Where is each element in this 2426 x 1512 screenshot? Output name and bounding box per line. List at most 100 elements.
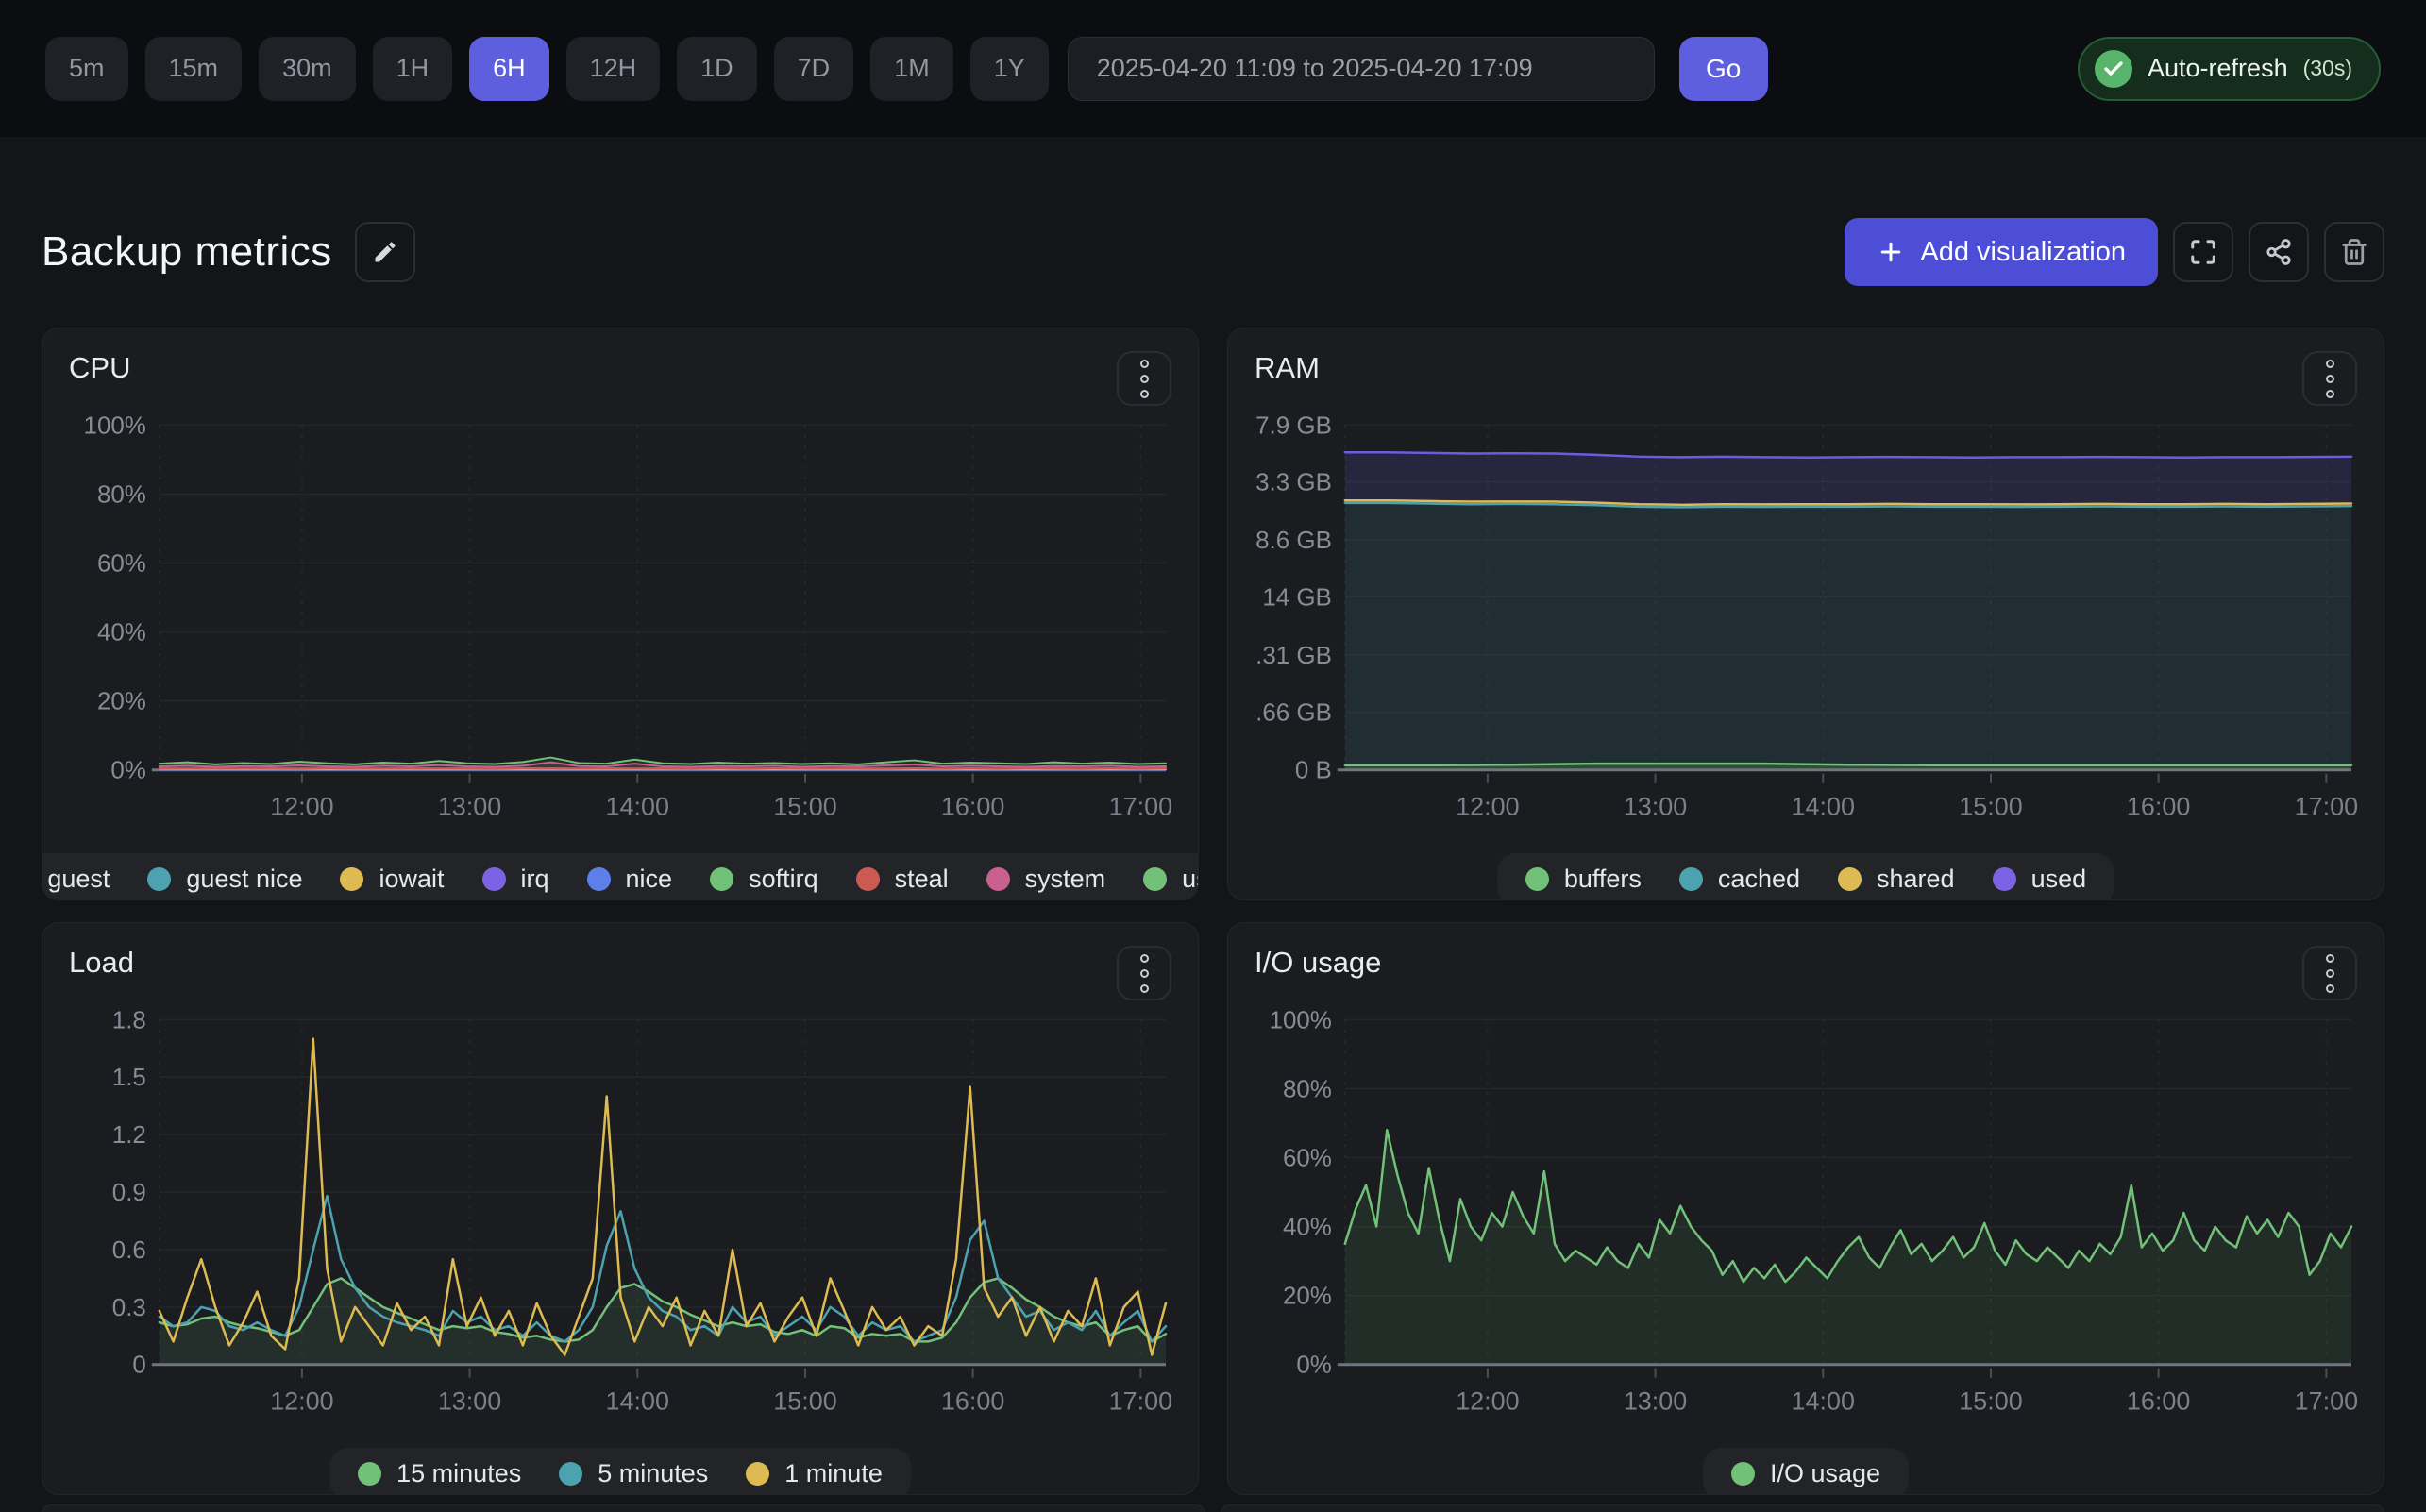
legend-dot <box>856 867 880 891</box>
legend-label: 1 minute <box>784 1459 883 1488</box>
panel-title-cpu: CPU <box>69 351 130 385</box>
svg-text:1.8: 1.8 <box>112 1007 146 1033</box>
legend: buffers cached shared used <box>1497 853 2114 900</box>
legend-row: buffers cached shared used <box>1255 853 2357 900</box>
panel-menu-button[interactable] <box>2302 351 2357 406</box>
svg-text:17:00: 17:00 <box>1109 793 1171 821</box>
legend-item-shared[interactable]: shared <box>1838 865 1955 894</box>
svg-text:13:00: 13:00 <box>1624 1387 1687 1416</box>
edit-title-button[interactable] <box>355 222 415 282</box>
legend-row: I/O usage <box>1255 1448 2357 1495</box>
svg-text:20%: 20% <box>97 689 146 715</box>
legend-dot <box>147 867 171 891</box>
panel-menu-button[interactable] <box>2302 946 2357 1000</box>
range-button-30m[interactable]: 30m <box>259 37 356 101</box>
svg-text:80%: 80% <box>1283 1076 1332 1102</box>
panel-cpu: CPU0%20%40%60%80%100%12:0013:0014:0015:0… <box>42 328 1199 900</box>
svg-text:14:00: 14:00 <box>606 1387 669 1416</box>
range-button-1d[interactable]: 1D <box>677 37 757 101</box>
svg-text:1.2: 1.2 <box>112 1122 146 1149</box>
svg-text:12:00: 12:00 <box>270 1387 333 1416</box>
range-button-5m[interactable]: 5m <box>45 37 128 101</box>
legend-item-iowait[interactable]: iowait <box>340 865 444 894</box>
legend-item-used[interactable]: used <box>1993 865 2087 894</box>
range-button-1h[interactable]: 1H <box>373 37 453 101</box>
time-range-group: 5m 15m30m 1H6H 12H1D 7D1M 1Y <box>45 37 1049 101</box>
svg-text:9.31 GB: 9.31 GB <box>1255 643 1332 669</box>
svg-text:16:00: 16:00 <box>941 793 1004 821</box>
legend-item-1-minute[interactable]: 1 minute <box>746 1459 883 1488</box>
svg-text:0.3: 0.3 <box>112 1295 146 1321</box>
svg-text:40%: 40% <box>1283 1215 1332 1241</box>
svg-text:60%: 60% <box>97 551 146 578</box>
legend-dot <box>559 1462 582 1486</box>
svg-text:15:00: 15:00 <box>1959 793 2022 821</box>
chart-io[interactable]: 0%20%40%60%80%100%12:0013:0014:0015:0016… <box>1255 1004 2357 1444</box>
add-visualization-button[interactable]: Add visualization <box>1845 218 2158 286</box>
panel-menu-button[interactable] <box>1117 946 1171 1000</box>
svg-text:13:00: 13:00 <box>438 1387 501 1416</box>
legend-dot <box>587 867 611 891</box>
legend-item-5-minutes[interactable]: 5 minutes <box>559 1459 708 1488</box>
kebab-dot <box>1140 984 1149 993</box>
legend: I/O usage <box>1703 1448 1909 1495</box>
chart-load[interactable]: 00.30.60.91.21.51.812:0013:0014:0015:001… <box>69 1004 1171 1444</box>
legend-item-cached[interactable]: cached <box>1679 865 1800 894</box>
delete-dashboard-button[interactable] <box>2324 222 2384 282</box>
legend-label: irq <box>521 865 549 894</box>
legend-label: used <box>2031 865 2087 894</box>
autorefresh-toggle[interactable]: Auto-refresh (30s) <box>2078 37 2381 101</box>
legend-dot <box>1731 1462 1755 1486</box>
svg-text:15:00: 15:00 <box>773 1387 836 1416</box>
svg-text:1.5: 1.5 <box>112 1065 146 1091</box>
svg-text:15:00: 15:00 <box>773 793 836 821</box>
chart-ram[interactable]: 0 B4.66 GB9.31 GB14 GB18.6 GB23.3 GB27.9… <box>1255 410 2357 849</box>
add-visualization-label: Add visualization <box>1920 237 2126 268</box>
legend-item-guest[interactable]: guest <box>42 865 110 894</box>
svg-text:16:00: 16:00 <box>2127 1387 2190 1416</box>
share-button[interactable] <box>2249 222 2309 282</box>
legend-label: softirq <box>749 865 818 894</box>
legend-item-steal[interactable]: steal <box>856 865 949 894</box>
trash-icon <box>2340 238 2368 266</box>
legend-item-nice[interactable]: nice <box>587 865 673 894</box>
legend-item-system[interactable]: system <box>986 865 1106 894</box>
svg-text:80%: 80% <box>97 481 146 508</box>
legend-dot <box>1525 867 1549 891</box>
legend-item-i-o-usage[interactable]: I/O usage <box>1731 1459 1880 1488</box>
range-button-6h[interactable]: 6H <box>469 37 549 101</box>
svg-text:17:00: 17:00 <box>2295 1387 2357 1416</box>
range-button-1y[interactable]: 1Y <box>970 37 1049 101</box>
legend-item-buffers[interactable]: buffers <box>1525 865 1642 894</box>
range-button-7d[interactable]: 7D <box>774 37 854 101</box>
legend-item-softirq[interactable]: softirq <box>710 865 818 894</box>
legend: guest guest nice iowait irq nice softirq steal… <box>42 853 1199 900</box>
panel-title-load: Load <box>69 946 134 980</box>
legend-label: shared <box>1877 865 1955 894</box>
svg-text:15:00: 15:00 <box>1959 1387 2022 1416</box>
svg-text:16:00: 16:00 <box>2127 793 2190 821</box>
legend-dot <box>340 867 363 891</box>
svg-text:12:00: 12:00 <box>1456 1387 1519 1416</box>
page-title: Backup metrics <box>42 228 332 276</box>
legend-item-user[interactable]: user <box>1143 865 1199 894</box>
legend-item-15-minutes[interactable]: 15 minutes <box>358 1459 521 1488</box>
go-button[interactable]: Go <box>1679 37 1768 101</box>
panel-menu-button[interactable] <box>1117 351 1171 406</box>
range-button-15m[interactable]: 15m <box>145 37 243 101</box>
chart-cpu[interactable]: 0%20%40%60%80%100%12:0013:0014:0015:0016… <box>69 410 1171 849</box>
kebab-dot <box>2326 360 2334 368</box>
legend-item-irq[interactable]: irq <box>482 865 549 894</box>
svg-text:4.66 GB: 4.66 GB <box>1255 700 1332 727</box>
kebab-dot <box>1140 954 1149 963</box>
range-button-1m[interactable]: 1M <box>870 37 953 101</box>
legend-label: steal <box>895 865 949 894</box>
autorefresh-interval: (30s) <box>2303 56 2352 81</box>
fullscreen-button[interactable] <box>2173 222 2233 282</box>
kebab-dot <box>1140 969 1149 978</box>
legend-item-guest-nice[interactable]: guest nice <box>147 865 302 894</box>
legend: 15 minutes 5 minutes 1 minute <box>329 1448 911 1495</box>
range-button-12h[interactable]: 12H <box>566 37 661 101</box>
legend-label: cached <box>1718 865 1800 894</box>
datetime-range-input[interactable] <box>1068 37 1655 101</box>
